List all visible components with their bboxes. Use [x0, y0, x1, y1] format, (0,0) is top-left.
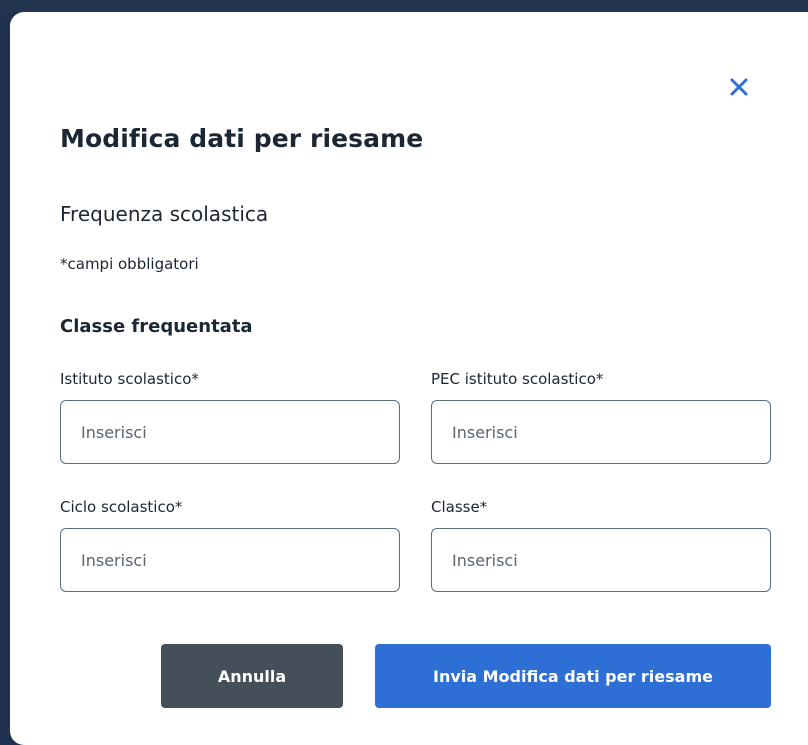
- modal-title: Modifica dati per riesame: [60, 124, 424, 153]
- pec-input[interactable]: [431, 400, 771, 464]
- page-backdrop: [0, 0, 808, 12]
- submit-review-button[interactable]: Invia Modifica dati per riesame: [375, 644, 771, 708]
- classe-input[interactable]: [431, 528, 771, 592]
- classe-label: Classe*: [431, 498, 488, 516]
- close-button[interactable]: [724, 72, 754, 102]
- istituto-label: Istituto scolastico*: [60, 370, 199, 388]
- close-icon: [730, 78, 748, 96]
- edit-review-modal: Modifica dati per riesame Frequenza scol…: [10, 12, 808, 745]
- subsection-title: Classe frequentata: [60, 316, 253, 337]
- cancel-button[interactable]: Annulla: [161, 644, 343, 708]
- ciclo-label: Ciclo scolastico*: [60, 498, 183, 516]
- istituto-input[interactable]: [60, 400, 400, 464]
- section-title: Frequenza scolastica: [60, 202, 269, 226]
- required-fields-note: *campi obbligatori: [60, 255, 199, 273]
- pec-label: PEC istituto scolastico*: [431, 370, 604, 388]
- ciclo-input[interactable]: [60, 528, 400, 592]
